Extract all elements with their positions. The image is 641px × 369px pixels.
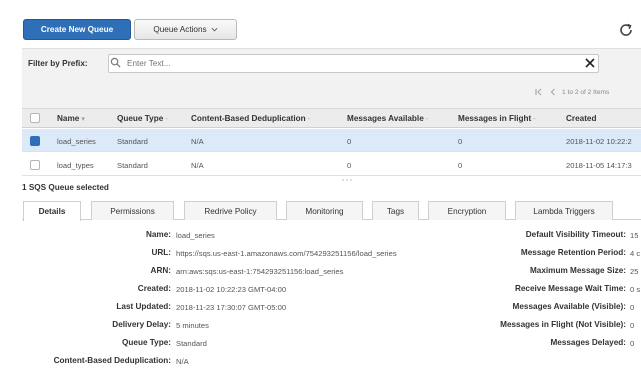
detail-label: Created:: [137, 284, 171, 293]
detail-label: Messages Available (Visible):: [512, 302, 626, 311]
column-header-messages-in-flight[interactable]: Messages in Flight ‑: [458, 114, 536, 123]
sort-icon: ‑: [425, 116, 429, 123]
queue-created: 2018-11-05 14:17:3: [566, 161, 632, 170]
tab-redrive-policy[interactable]: Redrive Policy: [184, 201, 277, 220]
detail-label: Message Retention Period:: [520, 248, 626, 257]
close-icon[interactable]: [583, 56, 597, 70]
create-new-queue-button[interactable]: Create New Queue: [23, 19, 131, 40]
sort-icon: ‑: [165, 116, 168, 123]
detail-value: load_series: [176, 231, 215, 240]
filter-prefix-input[interactable]: [127, 59, 567, 68]
filter-label: Filter by Prefix:: [28, 59, 88, 68]
detail-label: Receive Message Wait Time:: [514, 284, 626, 293]
select-all-checkbox[interactable]: [30, 113, 40, 123]
row-checkbox[interactable]: [30, 160, 40, 170]
first-page-icon[interactable]: [534, 87, 544, 97]
detail-value: 0: [630, 321, 635, 330]
detail-label: Queue Type:: [122, 338, 171, 347]
column-header-created[interactable]: Created: [566, 114, 597, 123]
detail-label: Messages in Flight (Not Visible):: [500, 320, 626, 329]
selection-status: 1 SQS Queue selected: [22, 183, 109, 192]
page-margin: [0, 0, 22, 369]
queue-dedup: N/A: [191, 137, 204, 146]
sort-icon: ‑: [307, 116, 310, 123]
detail-value: 0 s: [630, 285, 641, 294]
refresh-icon[interactable]: [617, 21, 635, 39]
search-icon: [110, 57, 121, 68]
tab-tags[interactable]: Tags: [372, 201, 419, 220]
messages-available: 0: [347, 161, 352, 170]
column-header-queue-type[interactable]: Queue Type ‑: [117, 114, 168, 123]
queue-created: 2018-11-02 10:22:2: [566, 137, 632, 146]
row-checkbox[interactable]: [30, 136, 40, 146]
detail-value: N/A: [176, 357, 189, 366]
queue-actions-dropdown[interactable]: Queue Actions: [134, 19, 237, 40]
queue-actions-label: Queue Actions: [153, 25, 207, 34]
messages-in-flight: 0: [458, 137, 463, 146]
detail-value: 25: [630, 267, 639, 276]
table-row[interactable]: [22, 129, 641, 152]
pagination-text: 1 to 2 of 2 Items: [562, 88, 610, 96]
detail-value: https://sqs.us-east-1.amazonaws.com/7542…: [176, 249, 397, 258]
column-header-dedup[interactable]: Content-Based Deduplication ‑: [191, 114, 310, 123]
detail-value: 2018-11-23 17:30:07 GMT-05:00: [176, 303, 287, 312]
filter-input-box[interactable]: [108, 54, 599, 73]
detail-label: Delivery Delay:: [112, 320, 171, 329]
tab-details[interactable]: Details: [23, 201, 81, 221]
prev-page-icon[interactable]: [548, 87, 558, 97]
detail-value: 4 c: [630, 249, 641, 258]
queue-name: load_series: [57, 137, 96, 146]
queue-name: load_types: [57, 161, 94, 170]
resize-handle-icon[interactable]: [340, 177, 354, 183]
tab-monitoring[interactable]: Monitoring: [286, 201, 363, 220]
detail-label: Last Updated:: [116, 302, 171, 311]
detail-value: 2018-11-02 10:22:23 GMT-04:00: [176, 285, 287, 294]
detail-label: Content-Based Deduplication:: [53, 356, 171, 365]
detail-label: Messages Delayed:: [550, 338, 626, 347]
column-header-name[interactable]: Name ▾: [57, 114, 85, 123]
detail-value: arn:aws:sqs:us-east-1:754293251156:load_…: [176, 267, 344, 276]
queue-dedup: N/A: [191, 161, 204, 170]
column-header-messages-available[interactable]: Messages Available ‑: [347, 114, 428, 123]
detail-value: 0: [630, 303, 635, 312]
sort-icon: ▾: [81, 116, 85, 123]
create-new-queue-label: Create New Queue: [40, 25, 114, 34]
tab-lambda-triggers[interactable]: Lambda Triggers: [515, 201, 613, 220]
messages-in-flight: 0: [458, 161, 463, 170]
detail-label: ARN:: [150, 266, 171, 275]
queue-type: Standard: [117, 137, 148, 146]
tab-permissions[interactable]: Permissions: [91, 201, 174, 220]
detail-label: Default Visibility Timeout:: [525, 230, 626, 239]
detail-value: 0: [630, 339, 635, 348]
queue-type: Standard: [117, 161, 148, 170]
detail-value: Standard: [176, 339, 207, 348]
detail-value: 15: [630, 231, 639, 240]
tab-encryption[interactable]: Encryption: [428, 201, 506, 220]
table-row[interactable]: [22, 153, 641, 176]
pagination: 1 to 2 of 2 Items: [534, 86, 641, 98]
detail-label: URL:: [151, 248, 171, 257]
messages-available: 0: [347, 137, 352, 146]
table-header: [22, 108, 641, 128]
detail-label: Name:: [145, 230, 171, 239]
chevron-down-icon: [211, 27, 218, 32]
sort-icon: ‑: [533, 116, 536, 123]
detail-label: Maximum Message Size:: [529, 266, 626, 275]
detail-value: 5 minutes: [176, 321, 209, 330]
